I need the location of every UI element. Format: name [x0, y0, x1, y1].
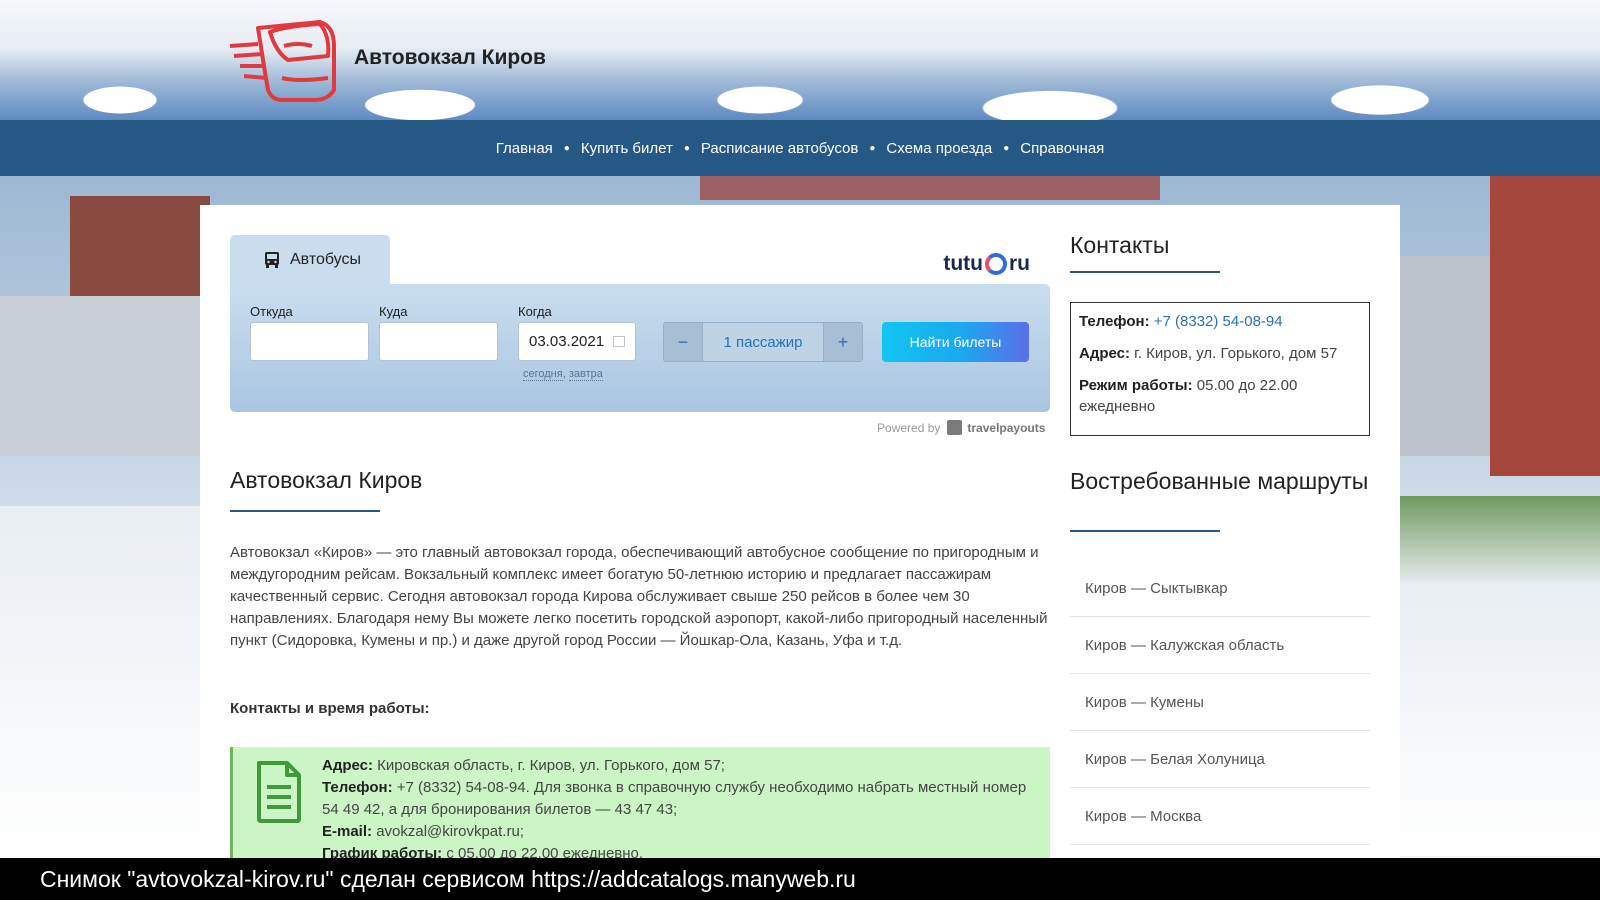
tab-buses[interactable]: Автобусы	[230, 235, 390, 285]
route-link[interactable]: Киров — Москва	[1070, 788, 1370, 845]
sidebar-phone-link[interactable]: +7 (8332) 54-08-94	[1154, 313, 1283, 330]
building-right	[1490, 176, 1600, 476]
to-label: Куда	[379, 304, 408, 319]
snow-right	[1400, 496, 1600, 856]
find-tickets-button[interactable]: Найти билеты	[882, 322, 1029, 362]
nav-route-map[interactable]: Схема проезда	[886, 140, 992, 157]
travelpayouts-link[interactable]: travelpayouts	[967, 421, 1045, 435]
bus-icon	[265, 252, 279, 268]
nav-separator: ●	[869, 142, 876, 154]
route-link[interactable]: Киров — Кумены	[1070, 674, 1370, 731]
powered-by-label: Powered by	[877, 420, 941, 435]
tutu-ring-icon	[985, 253, 1007, 275]
today-link[interactable]: сегодня	[523, 368, 563, 381]
from-input[interactable]	[250, 322, 369, 361]
sidebar-address-value: г. Киров, ул. Горького, дом 57	[1134, 345, 1338, 362]
info-address-label: Адрес:	[322, 757, 373, 774]
route-link[interactable]: Киров — Белая Холуница	[1070, 731, 1370, 788]
popular-routes-title: Востребованные маршруты	[1070, 468, 1369, 494]
to-input[interactable]	[379, 322, 498, 361]
info-phone-label: Телефон:	[322, 779, 393, 796]
passenger-increase-button[interactable]: +	[823, 322, 863, 362]
search-form: Откуда Куда Когда 03.03.2021 сегодня, за…	[230, 284, 1050, 412]
date-link-separator: ,	[562, 368, 566, 380]
tutu-logo: tutu ru	[943, 251, 1030, 277]
building-left-lower	[0, 296, 200, 456]
travelpayouts-icon	[947, 420, 963, 435]
passenger-stepper: − 1 пассажир +	[663, 322, 863, 362]
tutu-logo-left: tutu	[943, 252, 983, 275]
popular-routes-list: Киров — Сыктывкар Киров — Калужская обла…	[1070, 560, 1370, 845]
date-input[interactable]: 03.03.2021	[518, 322, 636, 361]
contact-info-lines: Адрес: Кировская область, г. Киров, ул. …	[322, 755, 1032, 865]
contacts-heading: Контакты и время работы:	[230, 700, 430, 717]
title-underline	[230, 510, 380, 512]
sidebar-contacts-title: Контакты	[1070, 232, 1170, 258]
sidebar-contacts-box: Телефон: +7 (8332) 54-08-94 Адрес: г. Ки…	[1070, 302, 1370, 436]
date-quick-links: сегодня, завтра	[523, 368, 603, 381]
building-sign	[700, 176, 1160, 200]
site-title[interactable]: Автовокзал Киров	[354, 46, 546, 70]
building-right-lower	[1400, 256, 1490, 456]
info-email-value[interactable]: avokzal@kirovkpat.ru;	[376, 823, 524, 840]
sidebar-hours: Режим работы: 05.00 до 22.00 ежедневно	[1079, 375, 1361, 417]
info-phone: Телефон: +7 (8332) 54-08-94. Для звонка …	[322, 777, 1032, 821]
screenshot-caption: Снимок "avtovokzal-kirov.ru" сделан серв…	[0, 858, 1600, 900]
sidebar-address: Адрес: г. Киров, ул. Горького, дом 57	[1079, 343, 1361, 364]
article-text: Автовокзал «Киров» — это главный автовок…	[230, 544, 1048, 649]
routes-underline	[1070, 530, 1220, 532]
info-email: E-mail: avokzal@kirovkpat.ru;	[322, 821, 1032, 843]
from-label: Откуда	[250, 304, 293, 319]
info-phone-value: +7 (8332) 54-08-94. Для звонка в справоч…	[322, 779, 1027, 818]
tab-buses-label: Автобусы	[290, 251, 361, 268]
route-link[interactable]: Киров — Калужская область	[1070, 617, 1370, 674]
nav-help[interactable]: Справочная	[1020, 140, 1104, 157]
date-value: 03.03.2021	[529, 333, 605, 350]
date-label: Когда	[518, 304, 552, 319]
content-panel: Автобусы tutu ru Откуда Куда Когда 03.03…	[200, 205, 1400, 862]
tomorrow-link[interactable]: завтра	[568, 368, 603, 381]
ticket-search-widget: Автобусы tutu ru Откуда Куда Когда 03.03…	[230, 235, 1050, 435]
snow-left	[0, 506, 200, 858]
route-link[interactable]: Киров — Сыктывкар	[1070, 560, 1370, 617]
info-email-label: E-mail:	[322, 823, 373, 840]
contact-info-box: Адрес: Кировская область, г. Киров, ул. …	[230, 747, 1050, 862]
bus-logo-icon[interactable]	[228, 16, 340, 104]
article-title: Автовокзал Киров	[230, 467, 423, 493]
info-address-value: Кировская область, г. Киров, ул. Горьког…	[377, 757, 725, 774]
nav-schedule[interactable]: Расписание автобусов	[701, 140, 858, 157]
main-nav: Главная ● Купить билет ● Расписание авто…	[0, 120, 1600, 176]
nav-separator: ●	[1003, 142, 1010, 154]
nav-home[interactable]: Главная	[496, 140, 553, 157]
calendar-icon	[613, 336, 625, 347]
sidebar-phone-label: Телефон:	[1079, 313, 1150, 330]
document-icon	[257, 761, 301, 823]
nav-buy-ticket[interactable]: Купить билет	[581, 140, 673, 157]
nav-separator: ●	[683, 142, 690, 154]
passenger-count[interactable]: 1 пассажир	[703, 322, 823, 362]
nav-separator: ●	[563, 142, 570, 154]
contacts-underline	[1070, 271, 1220, 273]
passenger-decrease-button[interactable]: −	[663, 322, 703, 362]
site-header: Автовокзал Киров	[0, 0, 1600, 120]
tutu-logo-right: ru	[1009, 252, 1030, 275]
info-address: Адрес: Кировская область, г. Киров, ул. …	[322, 755, 1032, 777]
sidebar-hours-label: Режим работы:	[1079, 377, 1193, 394]
sidebar-phone: Телефон: +7 (8332) 54-08-94	[1079, 311, 1361, 332]
powered-by: Powered by travelpayouts	[877, 420, 1045, 435]
sidebar-address-label: Адрес:	[1079, 345, 1130, 362]
